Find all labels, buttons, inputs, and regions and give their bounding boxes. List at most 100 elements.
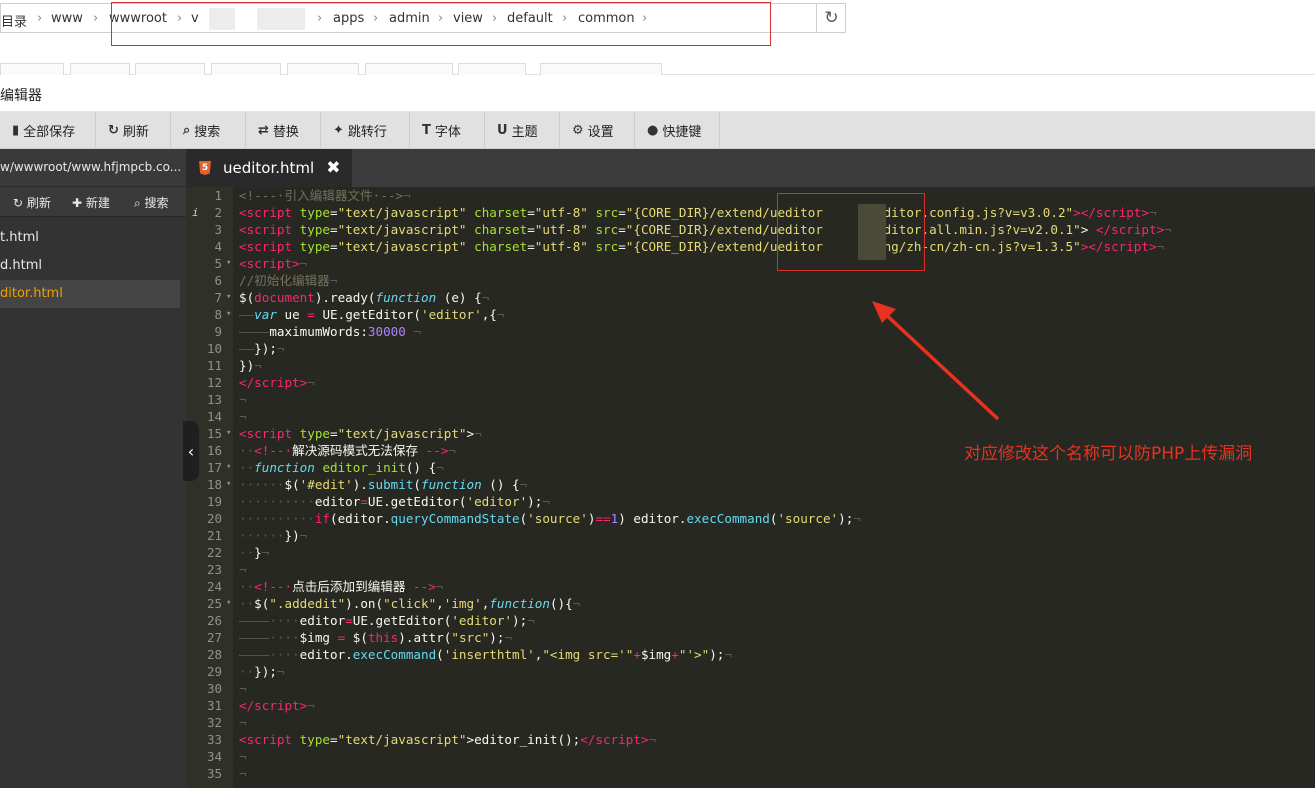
code-line: ··});¬	[239, 664, 285, 679]
line-number: 10	[206, 341, 222, 356]
goto-line-button[interactable]: ✦ 跳转行	[321, 112, 410, 149]
breadcrumb-item-root[interactable]: 目录	[1, 11, 27, 30]
save-all-label: 全部保存	[23, 125, 76, 140]
line-number: 31	[206, 698, 222, 713]
code-line: </script>¬	[239, 698, 315, 713]
shortcuts-label: 快捷键	[662, 125, 702, 140]
line-number: 27	[206, 630, 222, 645]
line-number: 7	[214, 290, 222, 305]
font-button[interactable]: T 字体	[410, 112, 485, 149]
code-line: <!---·引入编辑器文件·-->¬	[239, 188, 411, 203]
fold-toggle-icon[interactable]: ▾	[226, 289, 234, 306]
fold-toggle-icon[interactable]: ▾	[226, 255, 234, 272]
editor-window-header: 编辑器	[0, 76, 1315, 112]
code-line: </script>¬	[239, 375, 315, 390]
background-tab	[458, 63, 526, 75]
background-tab	[135, 63, 205, 75]
refresh-icon: ↻	[108, 123, 119, 138]
line-number: 35	[206, 766, 222, 781]
code-line: ——var ue = UE.getEditor('editor',{¬	[239, 307, 505, 322]
line-number: 26	[206, 613, 222, 628]
theme-label: 主题	[511, 125, 538, 140]
line-number: 9	[214, 324, 222, 339]
fold-toggle-icon[interactable]: ▾	[226, 595, 234, 612]
code-line: ¬	[239, 715, 247, 730]
sidebar-file-item[interactable]: d.html	[0, 252, 180, 280]
sidebar-file-item[interactable]: t.html	[0, 224, 180, 252]
code-line: <script>¬	[239, 256, 308, 271]
code-line: ————····editor.execCommand('inserthtml',…	[239, 647, 732, 662]
sidebar-collapse-button[interactable]: ‹	[183, 421, 199, 481]
sidebar-search-button[interactable]: ⌕ 搜索	[134, 194, 169, 211]
search-button[interactable]: ⌕ 搜索	[171, 112, 246, 149]
code-line: ··$(".addedit").on("click",'img',functio…	[239, 596, 581, 611]
save-icon: ▮	[12, 123, 20, 138]
breadcrumb-item-www[interactable]: www	[51, 11, 83, 26]
code-line: })¬	[239, 358, 262, 373]
sidebar-new-label: 新建	[85, 196, 110, 210]
search-label: 搜索	[194, 125, 221, 140]
annotation-arrow-icon	[872, 301, 1000, 421]
code-line: ————····$img = $(this).attr("src");¬	[239, 630, 513, 645]
save-all-button[interactable]: ▮ 全部保存	[0, 112, 96, 149]
background-tab	[540, 63, 662, 75]
annotation-text: 对应修改这个名称可以防PHP上传漏洞	[964, 444, 1253, 464]
highlight-box-breadcrumb	[111, 2, 771, 46]
search-icon: ⌕	[134, 196, 145, 210]
line-number: 23	[206, 562, 222, 577]
code-line: ¬	[239, 766, 247, 781]
search-icon: ⌕	[183, 123, 191, 138]
fold-toggle-icon[interactable]: ▾	[226, 459, 234, 476]
line-number: 1	[214, 188, 222, 203]
line-number: 33	[206, 732, 222, 747]
refresh-button[interactable]: ↻	[816, 3, 846, 33]
code-line: ··········editor=UE.getEditor('editor');…	[239, 494, 550, 509]
font-label: 字体	[434, 125, 461, 140]
sidebar-path: w/wwwroot/www.hfjmpcb.co...	[0, 149, 186, 187]
settings-button[interactable]: ⚙ 设置	[560, 112, 635, 149]
info-icon: ●	[647, 123, 659, 138]
code-line: ————maximumWords:30000 ¬	[239, 324, 422, 339]
line-number: 5	[214, 256, 222, 271]
gear-icon: ⚙	[572, 123, 584, 138]
background-tab	[211, 63, 281, 75]
background-tab	[0, 63, 64, 75]
fold-toggle-icon[interactable]: ▾	[226, 306, 234, 323]
line-number: 3	[214, 222, 222, 237]
refresh-button[interactable]: ↻ 刷新	[96, 112, 171, 149]
fold-toggle-icon[interactable]: ▾	[226, 425, 234, 442]
replace-button[interactable]: ⇄ 替换	[246, 112, 321, 149]
code-editor[interactable]: i <!---·引入编辑器文件·-->¬ <script type="text/…	[186, 187, 1315, 788]
line-number: 21	[206, 528, 222, 543]
sidebar-search-label: 搜索	[144, 196, 169, 210]
background-tab	[70, 63, 130, 75]
sidebar-new-button[interactable]: ✚ 新建	[72, 194, 110, 211]
fold-toggle-icon[interactable]: ▾	[226, 476, 234, 493]
line-number: 28	[206, 647, 222, 662]
line-number: 24	[206, 579, 222, 594]
code-line: ······$('#edit').submit(function () {¬	[239, 477, 528, 492]
code-line: <script type="text/javascript">editor_in…	[239, 732, 657, 747]
sidebar-refresh-button[interactable]: ↻ 刷新	[13, 194, 51, 211]
code-line: ¬	[239, 392, 247, 407]
line-number: 30	[206, 681, 222, 696]
file-sidebar: w/wwwroot/www.hfjmpcb.co... ↻ 刷新 ✚ 新建 ⌕ …	[0, 149, 186, 788]
shortcuts-button[interactable]: ● 快捷键	[635, 112, 720, 149]
close-icon[interactable]: ✖	[326, 158, 340, 178]
font-icon: T	[422, 123, 431, 138]
line-number: 29	[206, 664, 222, 679]
code-line: ··<!--·点击后添加到编辑器 -->¬	[239, 579, 444, 594]
line-number: 11	[206, 358, 222, 373]
line-number: 34	[206, 749, 222, 764]
code-line: ¬	[239, 681, 247, 696]
settings-label: 设置	[587, 125, 614, 140]
line-number: 13	[206, 392, 222, 407]
editor-tab-ueditor[interactable]: 5 ueditor.html ✖	[186, 149, 352, 187]
refresh-icon: ↻	[13, 196, 27, 210]
sidebar-file-item-active[interactable]: ditor.html	[0, 280, 180, 308]
line-number: 19	[206, 494, 222, 509]
html5-icon: 5	[199, 161, 211, 175]
pin-icon: ✦	[333, 123, 344, 138]
line-number: 8	[214, 307, 222, 322]
theme-button[interactable]: U 主题	[485, 112, 560, 149]
